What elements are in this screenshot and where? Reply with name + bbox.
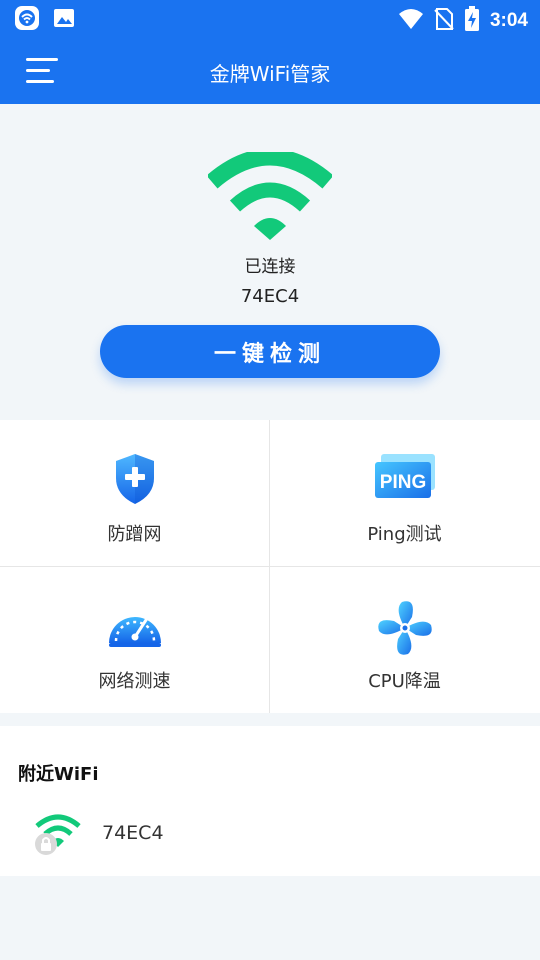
app-bar: 金牌WiFi管家 xyxy=(0,36,540,104)
fan-icon xyxy=(376,599,434,659)
tool-label: CPU降温 xyxy=(368,671,441,692)
speedometer-icon xyxy=(106,599,164,659)
tool-anti-freeloader[interactable]: 防蹭网 xyxy=(0,420,269,566)
tool-label: Ping测试 xyxy=(367,524,442,545)
ping-card-icon: PING xyxy=(373,452,437,512)
connected-ssid: 74EC4 xyxy=(240,286,300,307)
tool-speed-test[interactable]: 网络测速 xyxy=(0,567,269,713)
locked-wifi-icon xyxy=(34,814,82,860)
section-title: 附近WiFi xyxy=(18,764,99,785)
no-sim-icon xyxy=(434,7,454,35)
ping-icon-text: PING xyxy=(379,472,425,493)
tool-ping-test[interactable]: PING Ping测试 xyxy=(270,420,539,566)
app-title: 金牌WiFi管家 xyxy=(209,62,331,86)
status-bar: 3:04 xyxy=(0,0,540,36)
tool-label: 防蹭网 xyxy=(107,524,162,545)
tool-cpu-cooling[interactable]: CPU降温 xyxy=(270,567,539,713)
wifi-ssid: 74EC4 xyxy=(102,822,164,844)
wifi-signal-icon xyxy=(398,8,424,34)
wifi-list-item[interactable]: 74EC4 xyxy=(0,806,540,862)
tool-label: 网络测速 xyxy=(98,671,171,692)
tools-grid: 防蹭网 PING Ping测试 网络测速 CPU降温 xyxy=(0,420,540,713)
connection-status: 已连接 xyxy=(244,257,296,277)
shield-plus-icon xyxy=(112,452,158,512)
clock: 3:04 xyxy=(489,10,528,31)
nearby-wifi-section: 附近WiFi 74EC4 xyxy=(0,726,540,876)
image-notification-icon xyxy=(52,6,76,34)
one-click-detect-button[interactable]: 一键检测 xyxy=(100,325,440,378)
wifi-connected-icon xyxy=(206,148,334,246)
app-notification-icon xyxy=(14,5,40,35)
connection-panel: 已连接 74EC4 一键检测 xyxy=(0,104,540,420)
battery-charging-icon xyxy=(464,6,480,36)
